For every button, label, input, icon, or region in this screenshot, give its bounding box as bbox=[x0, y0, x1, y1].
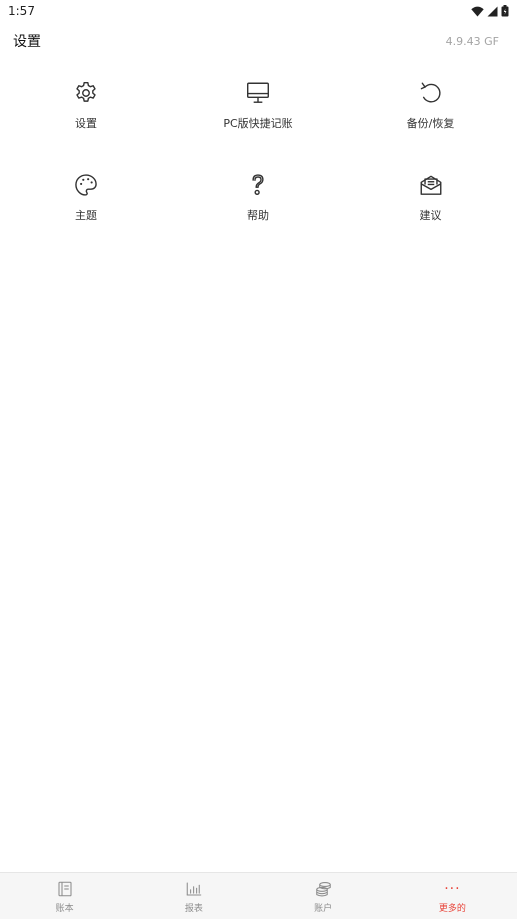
battery-icon bbox=[501, 5, 509, 17]
help-label: 帮助 bbox=[247, 209, 269, 222]
tab-accounts-label: 账户 bbox=[314, 903, 333, 914]
backup-restore-label: 备份/恢复 bbox=[406, 117, 455, 130]
bar-chart-icon bbox=[183, 879, 205, 899]
book-icon bbox=[54, 879, 76, 899]
pc-quick-entry-label: PC版快捷记账 bbox=[223, 117, 293, 130]
backup-restore-button[interactable]: 备份/恢复 bbox=[344, 78, 517, 170]
suggestion-button[interactable]: 建议 bbox=[344, 170, 517, 262]
help-button[interactable]: 帮助 bbox=[172, 170, 344, 262]
page-title: 设置 bbox=[13, 34, 41, 50]
theme-button[interactable]: 主题 bbox=[0, 170, 172, 262]
header: 设置 4.9.43 GF bbox=[0, 26, 517, 56]
more-dots-icon: ··· bbox=[444, 880, 461, 897]
mail-suggest-icon bbox=[416, 170, 446, 200]
pc-quick-entry-button[interactable]: PC版快捷记账 bbox=[172, 78, 344, 170]
status-bar: 1:57 bbox=[0, 0, 517, 22]
restore-icon bbox=[416, 78, 446, 108]
tab-more[interactable]: ··· 更多的 bbox=[388, 873, 517, 919]
version-label: 4.9.43 GF bbox=[445, 34, 499, 48]
signal-icon bbox=[487, 6, 498, 17]
monitor-icon bbox=[243, 78, 273, 108]
help-icon bbox=[243, 170, 273, 200]
tab-reports[interactable]: 报表 bbox=[129, 873, 258, 919]
tab-reports-label: 报表 bbox=[184, 903, 203, 914]
tab-more-label: 更多的 bbox=[438, 903, 466, 914]
palette-icon bbox=[71, 170, 101, 200]
bottom-tab-bar: 账本 报表 账户 ··· 更多的 bbox=[0, 872, 517, 919]
settings-button[interactable]: 设置 bbox=[0, 78, 172, 170]
wifi-icon bbox=[471, 6, 484, 17]
status-time: 1:57 bbox=[8, 4, 35, 18]
tab-accounts[interactable]: 账户 bbox=[259, 873, 388, 919]
gear-icon bbox=[71, 78, 101, 108]
theme-label: 主题 bbox=[75, 209, 97, 222]
settings-label: 设置 bbox=[75, 117, 97, 130]
status-icons bbox=[471, 5, 509, 17]
coins-icon bbox=[312, 879, 334, 899]
suggestion-label: 建议 bbox=[419, 209, 442, 222]
tab-ledger[interactable]: 账本 bbox=[0, 873, 129, 919]
settings-grid: 设置 PC版快捷记账 备份/恢复 主题 帮助 建议 bbox=[0, 78, 517, 262]
tab-ledger-label: 账本 bbox=[55, 903, 74, 914]
